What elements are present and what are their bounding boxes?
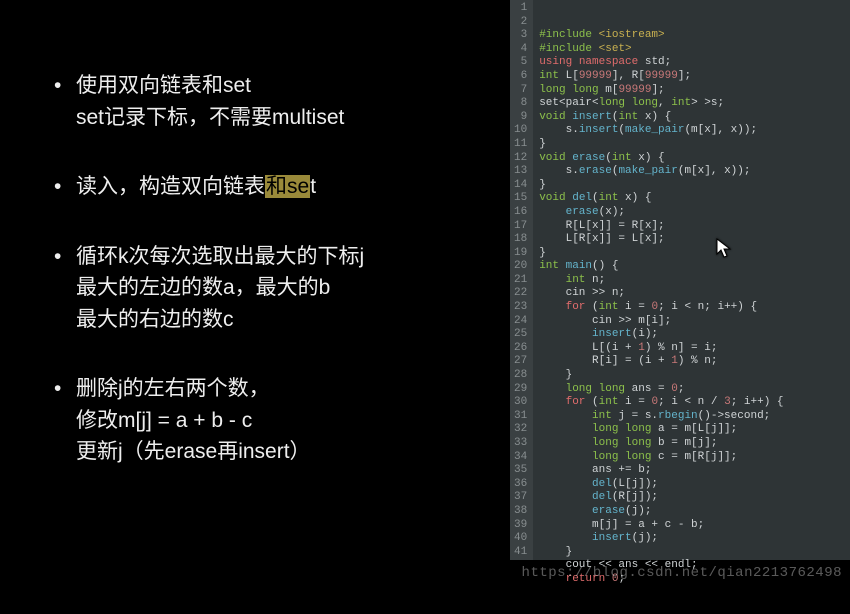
- bullet-group: 使用双向链表和setset记录下标，不需要multiset: [50, 70, 500, 133]
- watermark: https://blog.csdn.net/qian2213762498: [522, 565, 842, 581]
- code-line[interactable]: cin >> m[i];: [539, 315, 783, 329]
- line-number: 30: [514, 396, 527, 410]
- code-line[interactable]: long long m[99999];: [539, 84, 783, 98]
- line-number: 34: [514, 451, 527, 465]
- line-number: 6: [514, 70, 527, 84]
- line-number: 29: [514, 383, 527, 397]
- bullet-sub: 最大的左边的数a，最大的b: [50, 272, 500, 304]
- line-number: 20: [514, 260, 527, 274]
- slide-root: 使用双向链表和setset记录下标，不需要multiset 读入，构造双向链表和s…: [0, 0, 850, 585]
- code-line[interactable]: L[(i + 1) % n] = i;: [539, 342, 783, 356]
- code-line[interactable]: }: [539, 179, 783, 193]
- code-line[interactable]: }: [539, 138, 783, 152]
- code-line[interactable]: int n;: [539, 274, 783, 288]
- line-number: 22: [514, 287, 527, 301]
- line-number: 32: [514, 423, 527, 437]
- code-line[interactable]: insert(i);: [539, 328, 783, 342]
- line-gutter: 1234567891011121314151617181920212223242…: [510, 0, 533, 560]
- code-line[interactable]: long long a = m[L[j]];: [539, 423, 783, 437]
- line-number: 28: [514, 369, 527, 383]
- code-line[interactable]: s.erase(make_pair(m[x], x));: [539, 165, 783, 179]
- code-line[interactable]: del(L[j]);: [539, 478, 783, 492]
- line-number: 17: [514, 220, 527, 234]
- line-number: 18: [514, 233, 527, 247]
- line-number: 1: [514, 2, 527, 16]
- line-number: 36: [514, 478, 527, 492]
- code-line[interactable]: }: [539, 546, 783, 560]
- line-number: 13: [514, 165, 527, 179]
- bullet-lead: 读入，构造双向链表和set: [50, 171, 500, 203]
- line-number: 31: [514, 410, 527, 424]
- code-line[interactable]: set<pair<long long, int> >s;: [539, 97, 783, 111]
- code-line[interactable]: L[R[x]] = L[x];: [539, 233, 783, 247]
- line-number: 11: [514, 138, 527, 152]
- line-number: 33: [514, 437, 527, 451]
- bullet-sub: set记录下标，不需要multiset: [50, 102, 500, 134]
- bullet-group: 循环k次每次选取出最大的下标j最大的左边的数a，最大的b最大的右边的数c: [50, 241, 500, 336]
- bullet-sub: 更新j（先erase再insert）: [50, 436, 500, 468]
- line-number: 4: [514, 43, 527, 57]
- bullet-sub: 修改m[j] = a + b - c: [50, 405, 500, 437]
- code-line[interactable]: cin >> n;: [539, 287, 783, 301]
- code-line[interactable]: }: [539, 369, 783, 383]
- code-line[interactable]: void del(int x) {: [539, 192, 783, 206]
- code-line[interactable]: R[L[x]] = R[x];: [539, 220, 783, 234]
- code-line[interactable]: long long b = m[j];: [539, 437, 783, 451]
- line-number: 21: [514, 274, 527, 288]
- code-area[interactable]: #include <iostream>#include <set>using n…: [533, 0, 787, 560]
- bullet-group: 读入，构造双向链表和set: [50, 171, 500, 203]
- line-number: 38: [514, 505, 527, 519]
- code-line[interactable]: R[i] = (i + 1) % n;: [539, 355, 783, 369]
- line-number: 23: [514, 301, 527, 315]
- line-number: 27: [514, 355, 527, 369]
- line-number: 5: [514, 56, 527, 70]
- bullet-lead: 使用双向链表和set: [50, 70, 500, 102]
- code-line[interactable]: erase(x);: [539, 206, 783, 220]
- line-number: 14: [514, 179, 527, 193]
- code-line[interactable]: int L[99999], R[99999];: [539, 70, 783, 84]
- code-line[interactable]: using namespace std;: [539, 56, 783, 70]
- code-line[interactable]: void insert(int x) {: [539, 111, 783, 125]
- line-number: 3: [514, 29, 527, 43]
- line-number: 35: [514, 464, 527, 478]
- code-line[interactable]: erase(j);: [539, 505, 783, 519]
- code-line[interactable]: s.insert(make_pair(m[x], x));: [539, 124, 783, 138]
- line-number: 25: [514, 328, 527, 342]
- line-number: 8: [514, 97, 527, 111]
- bullet-lead: 删除j的左右两个数，: [50, 373, 500, 405]
- line-number: 39: [514, 519, 527, 533]
- line-number: 37: [514, 491, 527, 505]
- line-number: 26: [514, 342, 527, 356]
- line-number: 9: [514, 111, 527, 125]
- code-line[interactable]: long long ans = 0;: [539, 383, 783, 397]
- code-line[interactable]: long long c = m[R[j]];: [539, 451, 783, 465]
- line-number: 10: [514, 124, 527, 138]
- code-line[interactable]: insert(j);: [539, 532, 783, 546]
- code-line[interactable]: #include <iostream>: [539, 29, 783, 43]
- code-line[interactable]: int main() {: [539, 260, 783, 274]
- bullet-lead: 循环k次每次选取出最大的下标j: [50, 241, 500, 273]
- bullet-group: 删除j的左右两个数，修改m[j] = a + b - c更新j（先erase再i…: [50, 373, 500, 468]
- line-number: 15: [514, 192, 527, 206]
- bullet-sub: 最大的右边的数c: [50, 304, 500, 336]
- code-line[interactable]: for (int i = 0; i < n; i++) {: [539, 301, 783, 315]
- code-line[interactable]: int j = s.rbegin()->second;: [539, 410, 783, 424]
- line-number: 7: [514, 84, 527, 98]
- line-number: 40: [514, 532, 527, 546]
- line-number: 41: [514, 546, 527, 560]
- code-line[interactable]: #include <set>: [539, 43, 783, 57]
- line-number: 16: [514, 206, 527, 220]
- code-line[interactable]: void erase(int x) {: [539, 152, 783, 166]
- line-number: 12: [514, 152, 527, 166]
- code-line[interactable]: ans += b;: [539, 464, 783, 478]
- code-line[interactable]: m[j] = a + c - b;: [539, 519, 783, 533]
- code-line[interactable]: }: [539, 247, 783, 261]
- slide-text-pane: 使用双向链表和setset记录下标，不需要multiset 读入，构造双向链表和s…: [0, 0, 510, 585]
- line-number: 19: [514, 247, 527, 261]
- code-line[interactable]: for (int i = 0; i < n / 3; i++) {: [539, 396, 783, 410]
- code-editor[interactable]: 1234567891011121314151617181920212223242…: [510, 0, 850, 560]
- code-line[interactable]: del(R[j]);: [539, 491, 783, 505]
- line-number: 24: [514, 315, 527, 329]
- line-number: 2: [514, 16, 527, 30]
